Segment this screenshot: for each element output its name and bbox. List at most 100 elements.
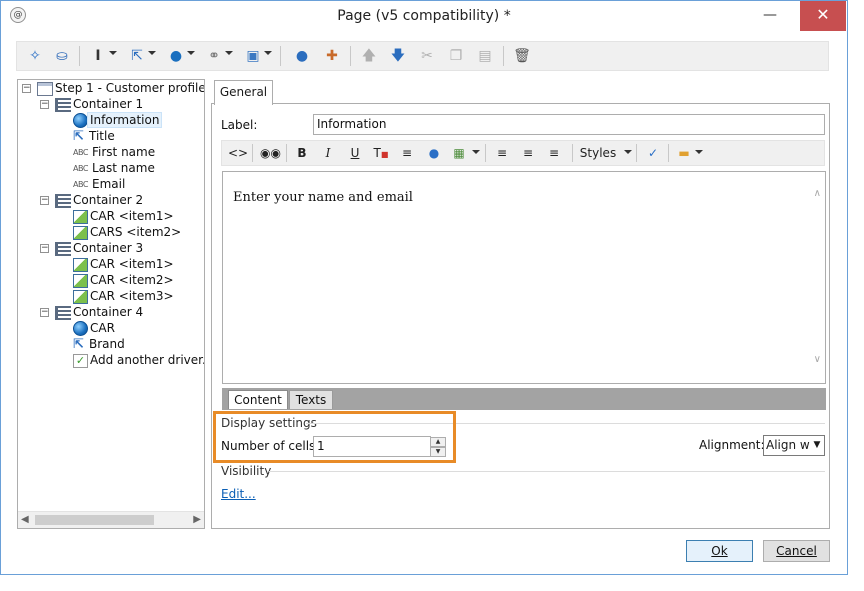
- collapse-icon[interactable]: −: [40, 308, 49, 317]
- insert-field-icon[interactable]: ⇱: [128, 45, 146, 67]
- toolbar-separator: [286, 144, 287, 162]
- link-dropdown-icon[interactable]: [225, 51, 233, 55]
- collapse-icon[interactable]: −: [40, 244, 49, 253]
- align-right-icon[interactable]: ≡: [546, 143, 562, 163]
- cursor-icon: ⇱: [73, 129, 84, 144]
- collapse-icon[interactable]: −: [40, 196, 49, 205]
- insert-field-dropdown-icon[interactable]: [148, 51, 156, 55]
- collapse-icon[interactable]: −: [22, 84, 31, 93]
- container-icon[interactable]: ▣: [244, 45, 262, 67]
- tree-item[interactable]: CARS <item2>: [73, 224, 181, 240]
- link-globe-icon[interactable]: ●: [425, 143, 443, 163]
- tree-container-2[interactable]: Container 2: [55, 192, 143, 208]
- editor-subtabs: Content Texts: [222, 388, 826, 410]
- structure-tree[interactable]: − Step 1 - Customer profile an − Contain…: [17, 79, 205, 529]
- add-group-icon[interactable]: ✚: [322, 45, 342, 67]
- visibility-heading: Visibility: [221, 464, 272, 478]
- tree-item[interactable]: Information: [73, 112, 163, 128]
- styles-dropdown-label[interactable]: Styles: [578, 143, 618, 163]
- scroll-up-icon[interactable]: ∧: [814, 188, 821, 199]
- tab-general[interactable]: General: [214, 80, 273, 105]
- close-button[interactable]: ✕: [800, 1, 846, 31]
- image-dropdown-icon[interactable]: [472, 150, 480, 154]
- paste-icon[interactable]: ▤: [476, 45, 494, 67]
- image-icon[interactable]: ▦: [450, 143, 468, 163]
- tree-container-3[interactable]: Container 3: [55, 240, 143, 256]
- checkbox-icon: ✓: [73, 353, 88, 368]
- container-icon: [55, 241, 71, 256]
- globe-icon[interactable]: ●: [167, 45, 185, 67]
- align-center-icon[interactable]: ≡: [520, 143, 536, 163]
- container-dropdown-icon[interactable]: [264, 51, 272, 55]
- chevron-down-icon[interactable]: ▼: [810, 436, 824, 455]
- title-bar: @ Page (v5 compatibility) * — ✕: [1, 1, 847, 32]
- bullet-list-icon[interactable]: ≡: [399, 143, 415, 163]
- label-caption: Label:: [221, 118, 258, 132]
- align-left-icon[interactable]: ≡: [494, 143, 510, 163]
- tree-item[interactable]: CAR <item1>: [73, 208, 174, 224]
- alignment-select[interactable]: Align wi ▼: [763, 435, 825, 456]
- rich-text-editor[interactable]: Enter your name and email ∧ ∨: [222, 171, 826, 384]
- tree-horizontal-scrollbar[interactable]: ◀ ▶: [18, 511, 204, 528]
- tree-item[interactable]: CAR <item3>: [73, 288, 174, 304]
- insert-text-icon[interactable]: I: [89, 45, 107, 67]
- tab-texts[interactable]: Texts: [289, 390, 333, 409]
- copy-icon[interactable]: ❐: [447, 45, 465, 67]
- tree-container-1[interactable]: Container 1: [55, 96, 143, 112]
- label-input[interactable]: Information: [313, 114, 825, 135]
- edit-visibility-link[interactable]: Edit...: [221, 487, 256, 501]
- insert-text-dropdown-icon[interactable]: [109, 51, 117, 55]
- cursor-icon: ⇱: [73, 337, 84, 352]
- template-dropdown-icon[interactable]: [695, 150, 703, 154]
- minimize-button[interactable]: —: [751, 1, 789, 31]
- tree-item[interactable]: CAR: [73, 320, 115, 336]
- tree-item[interactable]: CAR <item1>: [73, 256, 174, 272]
- tree-item[interactable]: ABC First name: [73, 144, 155, 160]
- tree-item[interactable]: ABC Email: [73, 176, 125, 192]
- scroll-down-icon[interactable]: ∨: [814, 354, 821, 365]
- cut-icon[interactable]: ✂: [418, 45, 436, 67]
- move-down-icon[interactable]: 🡇: [389, 45, 407, 67]
- cancel-button[interactable]: Cancel: [763, 540, 830, 562]
- toolbar-separator: [668, 144, 669, 162]
- tree-root[interactable]: Step 1 - Customer profile an: [37, 80, 204, 96]
- tab-content[interactable]: Content: [228, 390, 288, 409]
- link-icon[interactable]: ⚭: [205, 45, 223, 67]
- user-icon[interactable]: ●: [293, 45, 311, 67]
- source-icon[interactable]: <>: [228, 143, 248, 163]
- image-icon: [73, 273, 88, 288]
- find-icon[interactable]: ◉◉: [260, 143, 281, 163]
- main-toolbar: ✧ ⛀ I ⇱ ● ⚭ ▣ ● ✚ 🡅 🡇 ✂ ❐ ▤ 🗑: [16, 41, 829, 71]
- tree-item[interactable]: ⇱ Title: [73, 128, 115, 144]
- scroll-right-icon[interactable]: ▶: [193, 514, 201, 525]
- tree-item[interactable]: ⇱ Brand: [73, 336, 125, 352]
- styles-dropdown-icon[interactable]: [624, 150, 632, 154]
- italic-icon[interactable]: I: [320, 143, 336, 163]
- tree-item[interactable]: CAR <item2>: [73, 272, 174, 288]
- globe-dropdown-icon[interactable]: [187, 51, 195, 55]
- alignment-label: Alignment:: [699, 438, 765, 452]
- globe-icon: [73, 113, 88, 128]
- collapse-icon[interactable]: −: [40, 100, 49, 109]
- template-icon[interactable]: ▬: [676, 143, 692, 163]
- wand-icon[interactable]: ✧: [25, 45, 45, 67]
- text-color-icon[interactable]: T■: [373, 143, 389, 163]
- bold-icon[interactable]: B: [294, 143, 310, 163]
- scrollbar-thumb[interactable]: [35, 515, 154, 525]
- image-icon: [73, 209, 88, 224]
- ok-button[interactable]: Ok: [686, 540, 753, 562]
- scroll-left-icon[interactable]: ◀: [21, 514, 29, 525]
- move-up-icon[interactable]: 🡅: [360, 45, 378, 67]
- tree-container-4[interactable]: Container 4: [55, 304, 143, 320]
- section-divider: [269, 471, 825, 472]
- delete-icon[interactable]: 🗑: [513, 45, 531, 67]
- tree-item[interactable]: ✓ Add another driver.: [73, 352, 204, 368]
- image-icon: [73, 257, 88, 272]
- underline-icon[interactable]: U: [347, 143, 363, 163]
- spellcheck-icon[interactable]: ✓: [644, 143, 662, 163]
- database-icon[interactable]: ⛀: [52, 45, 72, 67]
- tree-item[interactable]: ABC Last name: [73, 160, 155, 176]
- editor-content[interactable]: Enter your name and email: [233, 190, 413, 205]
- globe-icon: [73, 321, 88, 336]
- page-icon: [37, 81, 53, 96]
